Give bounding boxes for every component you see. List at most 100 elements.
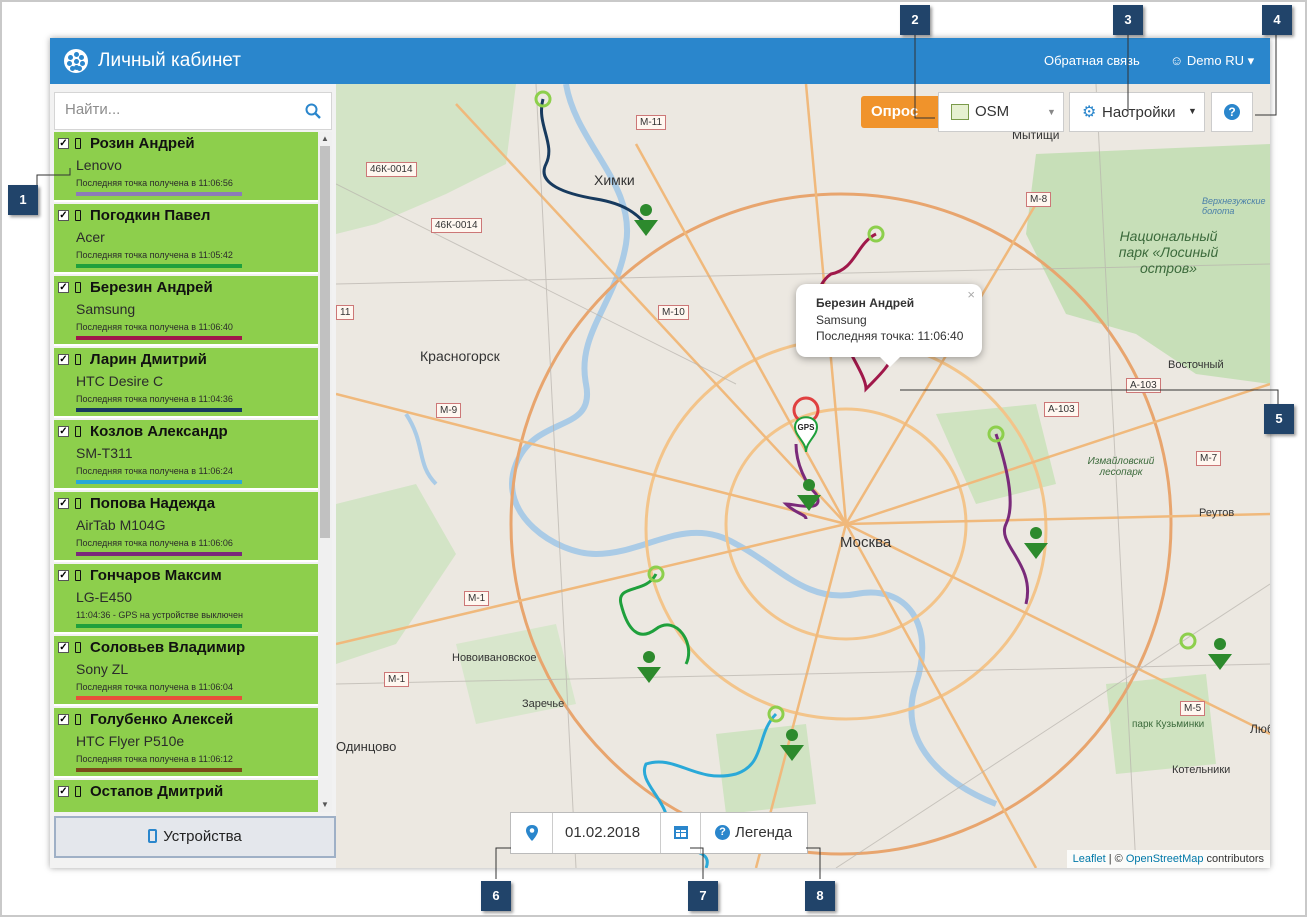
callout-badge-6: 6 (481, 881, 511, 911)
device-owner-name: Ларин Дмитрий (90, 351, 207, 368)
device-list-item[interactable]: ✓ Голубенко Алексей HTC Flyer P510e Последн… (54, 708, 318, 778)
device-model: Samsung (76, 301, 136, 317)
device-list-item[interactable]: ✓ Ларин Дмитрий HTC Desire C Последняя точк… (54, 348, 318, 418)
device-list-item[interactable]: ✓ Остапов Дмитрий (54, 780, 318, 812)
user-menu[interactable]: ☺ Demo RU ▾ (1170, 53, 1254, 69)
map-label-novoivanovskoe: Новоивановское (452, 652, 537, 664)
device-list-item[interactable]: ✓ Попова Надежда AirTab M104G Последняя точ… (54, 492, 318, 562)
road-shield: А-103 (1044, 402, 1079, 417)
track-color-line (76, 552, 242, 556)
device-checkbox[interactable]: ✓ (58, 426, 69, 437)
app-title: Личный кабинет (98, 50, 241, 71)
help-button[interactable]: ? (1211, 92, 1253, 132)
device-status: Последняя точка получена в 11:05:42 (76, 250, 233, 260)
attribution-tail: contributors (1203, 853, 1264, 865)
phone-icon (75, 786, 81, 797)
device-owner-name: Березин Андрей (90, 279, 213, 296)
device-owner-name: Гончаров Максим (90, 567, 222, 584)
feedback-link[interactable]: Обратная связь (1044, 53, 1140, 68)
calendar-icon (674, 826, 688, 839)
help-icon: ? (715, 825, 730, 840)
legend-button[interactable]: ? Легенда (701, 813, 807, 853)
scroll-down-icon[interactable]: ▼ (320, 800, 330, 810)
map-label-zarechye: Заречье (522, 698, 565, 710)
device-owner-name: Козлов Александр (90, 423, 228, 440)
device-model: LG-E450 (76, 589, 133, 605)
device-status: Последняя точка получена в 11:04:36 (76, 394, 233, 404)
phone-icon (75, 570, 81, 581)
popup-tip (880, 357, 900, 367)
device-model: Sony ZL (76, 661, 129, 677)
search-icon[interactable] (305, 103, 321, 119)
device-status: Последняя точка получена в 11:06:24 (76, 466, 233, 476)
map-label-izmailovsky: Измайловский лесопарк (1087, 456, 1155, 478)
scroll-thumb[interactable] (320, 146, 330, 538)
device-status: Последняя точка получена в 11:06:06 (76, 538, 233, 548)
settings-button[interactable]: ⚙ Настройки ▼ (1069, 92, 1205, 132)
device-checkbox[interactable]: ✓ (58, 138, 69, 149)
track-color-line (76, 480, 242, 484)
logo-icon (64, 49, 88, 73)
popup-last-point: Последняя точка: 11:06:40 (816, 329, 964, 343)
device-list: ✓ Розин Андрей Lenovo Последняя точка получ… (54, 132, 318, 812)
device-checkbox[interactable]: ✓ (58, 786, 69, 797)
device-list-scrollbar[interactable]: ▲ ▼ (318, 132, 332, 812)
search-box (54, 92, 332, 130)
road-shield: 11 (336, 305, 355, 320)
device-status: Последняя точка получена в 11:06:56 (76, 178, 233, 188)
help-icon: ? (1224, 104, 1240, 120)
map-label-kuzminki: парк Кузьминки (1132, 719, 1205, 730)
leaflet-link[interactable]: Leaflet (1073, 853, 1106, 865)
gear-icon: ⚙ (1082, 104, 1097, 121)
device-checkbox[interactable]: ✓ (58, 498, 69, 509)
map-label-moscow: Москва (840, 534, 892, 551)
location-button[interactable] (511, 813, 553, 853)
road-shield: А-103 (1126, 378, 1161, 393)
device-checkbox[interactable]: ✓ (58, 642, 69, 653)
device-model: HTC Flyer P510e (76, 733, 185, 749)
popup-close-button[interactable]: × (967, 287, 975, 302)
devices-button[interactable]: Устройства (54, 816, 336, 858)
search-input[interactable] (65, 101, 295, 118)
poll-button[interactable]: Опрос (861, 96, 941, 128)
phone-icon (75, 354, 81, 365)
map-label-lyub: Люб (1250, 722, 1270, 736)
date-input[interactable]: 01.02.2018 (553, 813, 661, 853)
device-list-item[interactable]: ✓ Козлов Александр SM-T311 Последняя точка … (54, 420, 318, 490)
device-list-item[interactable]: ✓ Соловьев Владимир Sony ZL Последняя точка… (54, 636, 318, 706)
device-list-item[interactable]: ✓ Гончаров Максим LG-E450 11:04:36 - GPS на… (54, 564, 318, 634)
device-list-item[interactable]: ✓ Березин Андрей Samsung Последняя точка по… (54, 276, 318, 346)
layer-select[interactable]: OSM ▼ (938, 92, 1064, 132)
map-label-verkhnyaya: Верхнезужские болота (1202, 196, 1266, 216)
device-checkbox[interactable]: ✓ (58, 282, 69, 293)
scroll-up-icon[interactable]: ▲ (320, 134, 330, 144)
map-label-krasnogorsk: Красногорск (420, 348, 500, 364)
map-view[interactable]: GPS Химки Красногорск Москва Национальны… (336, 84, 1270, 868)
callout-badge-2: 2 (900, 5, 930, 35)
osm-link[interactable]: OpenStreetMap (1126, 853, 1204, 865)
device-list-item[interactable]: ✓ Розин Андрей Lenovo Последняя точка получ… (54, 132, 318, 202)
map-label-odintsovo: Одинцово (336, 739, 397, 754)
device-owner-name: Попова Надежда (90, 495, 216, 512)
device-checkbox[interactable]: ✓ (58, 714, 69, 725)
phone-icon (75, 426, 81, 437)
callout-badge-5: 5 (1264, 404, 1294, 434)
popup-device-model: Samsung (816, 313, 867, 327)
callout-badge-8: 8 (805, 881, 835, 911)
top-navbar: Личный кабинет Обратная связь ☺ Demo RU … (50, 38, 1270, 84)
legend-button-label: Легенда (735, 824, 793, 841)
device-checkbox[interactable]: ✓ (58, 210, 69, 221)
calendar-button[interactable] (661, 813, 701, 853)
caret-down-icon: ▼ (1188, 106, 1197, 116)
track-color-line (76, 264, 242, 268)
phone-icon (75, 282, 81, 293)
device-checkbox[interactable]: ✓ (58, 570, 69, 581)
track-color-line (76, 192, 242, 196)
track-color-line (76, 768, 242, 772)
app-window: Личный кабинет Обратная связь ☺ Demo RU … (50, 38, 1270, 868)
map-label-vostochny: Восточный (1168, 359, 1224, 371)
track-color-line (76, 696, 242, 700)
callout-badge-3: 3 (1113, 5, 1143, 35)
device-checkbox[interactable]: ✓ (58, 354, 69, 365)
device-list-item[interactable]: ✓ Погодкин Павел Acer Последняя точка получ… (54, 204, 318, 274)
